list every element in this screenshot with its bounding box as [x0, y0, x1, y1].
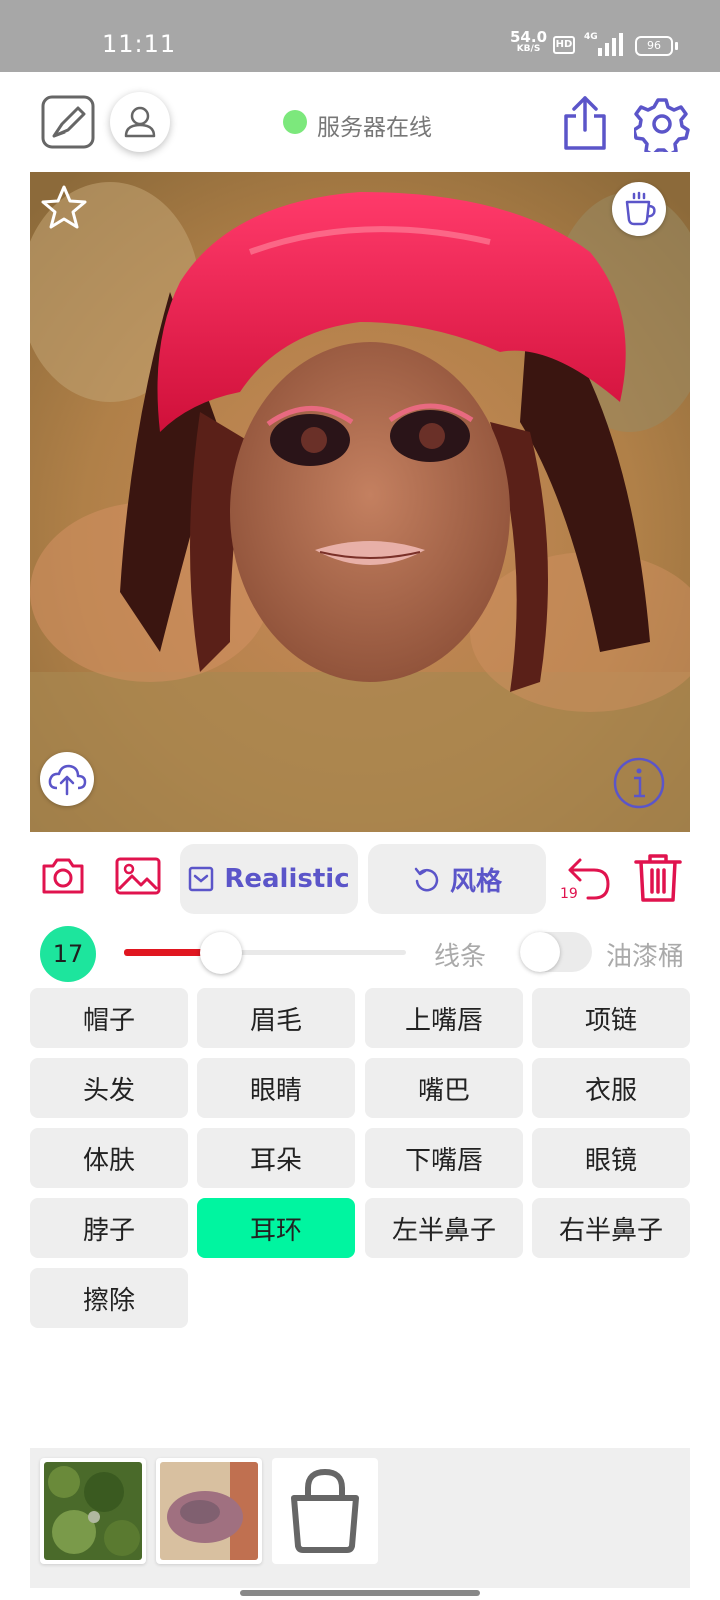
part-chip-necklace[interactable]: 项链 [532, 988, 690, 1048]
battery-icon: 96 [635, 36, 673, 56]
shopping-bag-icon [291, 1468, 359, 1553]
upload-cloud-icon [48, 764, 87, 796]
brush-size-badge: 17 [40, 926, 96, 982]
part-chip-earrings[interactable]: 耳环 [197, 1198, 355, 1258]
lines-label: 线条 [434, 942, 487, 972]
generated-portrait-image [30, 172, 690, 832]
camera-button[interactable] [40, 856, 86, 900]
status-time: 11:11 [102, 30, 177, 58]
history-thumbnail[interactable] [156, 1458, 262, 1564]
trash-icon [634, 854, 682, 902]
part-chip-lower-lip[interactable]: 下嘴唇 [365, 1128, 523, 1188]
coffee-button[interactable] [612, 182, 666, 236]
part-chip-ears[interactable]: 耳朵 [197, 1128, 355, 1188]
home-indicator[interactable] [240, 1590, 480, 1596]
delete-button[interactable] [632, 852, 684, 908]
part-chip-upper-lip[interactable]: 上嘴唇 [365, 988, 523, 1048]
paint-bucket-label: 油漆桶 [606, 942, 685, 972]
gear-icon [634, 98, 690, 152]
hd-icon: HD [553, 36, 575, 54]
checkbox-icon [189, 866, 214, 892]
upload-button[interactable] [40, 752, 94, 806]
user-button[interactable] [110, 92, 170, 152]
model-label: Realistic [224, 864, 350, 894]
part-chip-clothes[interactable]: 衣服 [532, 1058, 690, 1118]
share-icon [564, 96, 606, 150]
part-chip-glasses[interactable]: 眼镜 [532, 1128, 690, 1188]
server-status-dot [283, 110, 307, 134]
coffee-icon [625, 191, 656, 226]
info-icon [613, 757, 665, 809]
settings-button[interactable] [634, 96, 690, 152]
sketch-icon [41, 95, 95, 149]
brush-size-slider-thumb[interactable] [200, 932, 242, 974]
part-chip-neck[interactable]: 脖子 [30, 1198, 188, 1258]
history-tray [30, 1448, 690, 1588]
model-selector[interactable]: Realistic [180, 844, 358, 914]
undo-button[interactable]: 19 [560, 852, 614, 906]
server-status-text: 服务器在线 [317, 115, 432, 141]
drawing-canvas[interactable] [30, 172, 690, 832]
network-speed: 54.0 KB/S [510, 30, 547, 54]
texture-thumbnail-image [160, 1462, 258, 1560]
foliage-thumbnail-image [44, 1462, 142, 1560]
user-icon [124, 106, 156, 138]
refresh-icon [414, 867, 439, 892]
paint-bucket-toggle-knob [520, 932, 560, 972]
part-chip-mouth[interactable]: 嘴巴 [365, 1058, 523, 1118]
style-label: 风格 [449, 866, 502, 897]
signal-icon: 4G [584, 30, 624, 58]
image-icon [115, 857, 161, 895]
gallery-button[interactable] [114, 856, 162, 900]
part-chip-hat[interactable]: 帽子 [30, 988, 188, 1048]
battery-tip [675, 42, 678, 50]
share-button[interactable] [560, 94, 610, 152]
shop-button[interactable] [272, 1458, 378, 1564]
star-icon [41, 185, 87, 229]
sketch-button[interactable] [40, 94, 96, 150]
network-speed-unit: KB/S [516, 44, 541, 54]
part-chip-eyes[interactable]: 眼睛 [197, 1058, 355, 1118]
history-thumbnail[interactable] [40, 1458, 146, 1564]
part-chip-erase[interactable]: 擦除 [30, 1268, 188, 1328]
part-chip-eyebrows[interactable]: 眉毛 [197, 988, 355, 1048]
favorite-button[interactable] [40, 184, 88, 234]
undo-count: 19 [560, 886, 578, 902]
info-button[interactable] [612, 756, 666, 814]
network-speed-value: 54.0 [510, 28, 548, 46]
part-chip-hair[interactable]: 头发 [30, 1058, 188, 1118]
part-chip-skin[interactable]: 体肤 [30, 1128, 188, 1188]
part-chip-right-nose[interactable]: 右半鼻子 [532, 1198, 690, 1258]
camera-icon [42, 858, 84, 894]
style-button[interactable]: 风格 [368, 844, 546, 914]
part-chip-left-nose[interactable]: 左半鼻子 [365, 1198, 523, 1258]
